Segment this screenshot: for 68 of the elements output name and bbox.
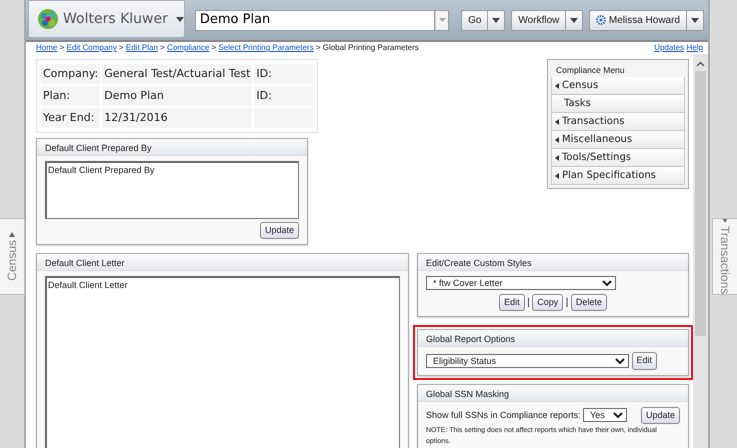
header-link[interactable]: Updates <box>654 42 684 54</box>
menu-item[interactable]: Transactions <box>551 113 685 131</box>
breadcrumb-link[interactable]: Edit Company <box>66 43 117 52</box>
panel-title: Default Client Prepared By <box>37 139 307 156</box>
gear-icon <box>596 15 606 25</box>
arrow-left-icon <box>555 82 559 88</box>
text-area[interactable]: Default Client Prepared By <box>45 161 299 219</box>
panel-title: Edit/Create Custom Styles <box>418 254 688 271</box>
ssn-label: Show full SSNs in Compliance reports: <box>426 408 581 422</box>
panel-title: Default Client Letter <box>37 254 408 271</box>
field-label: Company: <box>41 64 100 84</box>
scroll-up-icon[interactable] <box>696 61 705 67</box>
menu-item[interactable]: Miscellaneous <box>551 131 685 149</box>
workflow-button[interactable]: Workflow <box>511 10 566 30</box>
menu-title: Compliance Menu <box>555 64 626 77</box>
arrow-left-icon <box>555 172 559 178</box>
field-label: Plan: <box>41 86 100 106</box>
breadcrumb-link[interactable]: Home <box>36 43 58 52</box>
arrow-left-icon <box>555 154 559 160</box>
field-value: 12/31/2016 <box>102 108 252 128</box>
breadcrumb-separator: > <box>60 43 64 52</box>
arrow-left-icon <box>555 118 559 124</box>
breadcrumb-separator: > <box>316 43 320 52</box>
caret-icon[interactable] <box>691 18 699 22</box>
caret-icon <box>176 16 184 22</box>
menu-item[interactable]: Tools/Settings <box>551 149 685 167</box>
panel-title: Global Report Options <box>418 330 688 347</box>
field-value: Demo Plan <box>102 86 252 106</box>
caret-icon[interactable] <box>492 18 500 22</box>
id-label: ID: <box>254 86 313 106</box>
menu-item[interactable]: Tasks <box>551 95 685 113</box>
breadcrumb-separator: > <box>118 43 124 52</box>
arrow-left-icon <box>555 136 559 142</box>
action-button[interactable]: Copy <box>532 294 564 311</box>
menu-item[interactable]: Census <box>551 77 685 95</box>
update-button[interactable]: Update <box>640 406 680 424</box>
separator-text: | <box>527 296 530 310</box>
arrow-icon <box>722 219 728 223</box>
breadcrumb-link[interactable]: Compliance <box>167 43 210 52</box>
breadcrumb-current: Global Printing Parameters <box>322 43 419 52</box>
action-button[interactable]: Delete <box>570 294 607 311</box>
go-button[interactable]: Go <box>461 10 488 30</box>
logo-text: Wolters Kluwer <box>63 10 168 28</box>
breadcrumb-separator: > <box>160 43 165 52</box>
style-select[interactable]: * ftw Cover Letter <box>426 276 616 290</box>
text-area[interactable]: Default Client Letter <box>45 276 400 448</box>
action-button[interactable]: Edit <box>499 294 525 311</box>
user-menu-button[interactable]: Melissa Howard <box>589 10 687 30</box>
breadcrumb-link[interactable]: Select Printing Parameters <box>218 43 314 52</box>
logo[interactable]: Wolters Kluwer <box>28 0 185 38</box>
header-link[interactable]: Help <box>686 42 703 54</box>
separator-text: | <box>566 296 568 310</box>
edit-button[interactable]: Edit <box>632 352 658 370</box>
panel-title: Global SSN Masking <box>418 384 688 402</box>
arrow-icon <box>9 232 15 238</box>
report-select[interactable]: Eligibility Status <box>426 354 629 368</box>
ssn-select[interactable]: Yes <box>583 408 628 422</box>
scrollbar-thumb[interactable] <box>695 71 706 336</box>
field-value: General Test/Actuarial Test <box>102 64 252 84</box>
menu-item[interactable]: Plan Specifications <box>551 167 685 185</box>
globe-logo-icon <box>37 8 59 30</box>
breadcrumb-link[interactable]: Edit Plan <box>126 43 158 52</box>
breadcrumb-separator: > <box>212 43 216 52</box>
caret-icon[interactable] <box>570 18 578 22</box>
id-label: ID: <box>254 64 313 84</box>
field-label: Year End: <box>41 108 100 128</box>
update-button[interactable]: Update <box>260 222 299 239</box>
search-field[interactable]: Demo Plan <box>194 10 436 30</box>
